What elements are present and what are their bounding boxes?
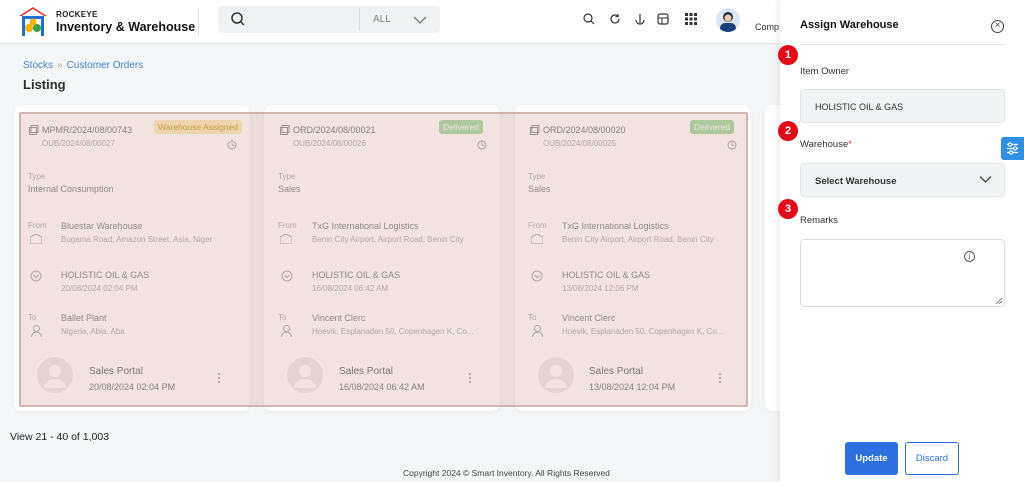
- search-bar[interactable]: ALL: [218, 6, 440, 33]
- company-label[interactable]: Comp: [755, 22, 779, 32]
- table-icon[interactable]: [657, 13, 669, 25]
- item-owner-field: HOLISTIC OIL & GAS: [800, 89, 1005, 123]
- brand[interactable]: ROCKEYE Inventory & Warehouse: [56, 10, 195, 34]
- warehouse-label: Warehouse*: [800, 139, 852, 150]
- refresh-icon[interactable]: [609, 13, 621, 25]
- chevron-down-icon[interactable]: [413, 15, 427, 25]
- pagination-summary: View 21 - 40 of 1,003: [10, 431, 110, 443]
- search-icon: [231, 12, 245, 26]
- backdrop[interactable]: [0, 44, 780, 482]
- chevron-down-icon: [979, 176, 992, 183]
- search-divider: [359, 8, 360, 31]
- update-button[interactable]: Update: [845, 442, 898, 475]
- item-owner-label: Item Owner: [800, 66, 850, 77]
- filter-toggle-button[interactable]: [1001, 137, 1024, 160]
- remarks-label: Remarks: [800, 215, 839, 226]
- warehouse-label-text: Warehouse: [800, 139, 849, 150]
- step-marker-1: 1: [778, 45, 798, 65]
- copyright: Copyright 2024 © Smart Inventory. All Ri…: [403, 468, 610, 478]
- avatar[interactable]: [716, 8, 740, 32]
- header-divider: [198, 8, 199, 36]
- warehouse-select[interactable]: Select Warehouse: [800, 163, 1005, 197]
- resize-handle-icon[interactable]: [995, 297, 1002, 304]
- sliders-icon: [1007, 142, 1018, 155]
- search-scope-select[interactable]: ALL: [373, 14, 391, 25]
- panel-title: Assign Warehouse: [800, 19, 899, 31]
- apps-grid-icon[interactable]: [685, 13, 697, 25]
- brand-sub: ROCKEYE: [56, 10, 98, 19]
- required-marker: *: [848, 139, 852, 150]
- brand-name: Inventory & Warehouse: [56, 20, 196, 34]
- close-icon[interactable]: ×: [991, 20, 1004, 33]
- remarks-textarea[interactable]: i: [800, 239, 1005, 307]
- step-marker-2: 2: [778, 121, 798, 141]
- info-icon[interactable]: i: [964, 251, 975, 262]
- assign-warehouse-panel: Assign Warehouse × Item Owner HOLISTIC O…: [780, 0, 1024, 482]
- panel-divider: [800, 44, 1004, 45]
- user-avatar-icon: [720, 12, 736, 32]
- warehouse-logo-icon: [19, 7, 47, 36]
- search-icon[interactable]: [583, 13, 595, 25]
- warehouse-select-value: Select Warehouse: [815, 176, 897, 187]
- anchor-icon[interactable]: [634, 13, 646, 25]
- step-marker-3: 3: [778, 199, 798, 219]
- discard-button[interactable]: Discard: [905, 442, 959, 475]
